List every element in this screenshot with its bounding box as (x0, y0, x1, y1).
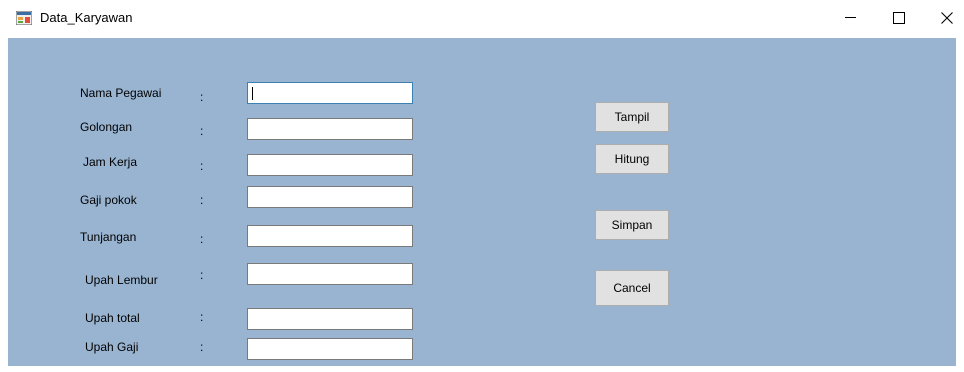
text-caret (252, 87, 253, 100)
label-jam-kerja: Jam Kerja (83, 155, 138, 169)
golongan-input[interactable] (247, 118, 413, 140)
form-client-area: Nama Pegawai : Golongan : Jam Kerja : Ga… (8, 38, 956, 366)
simpan-button[interactable]: Simpan (595, 210, 669, 240)
window-title: Data_Karyawan (40, 10, 133, 25)
nama-pegawai-input[interactable] (247, 82, 413, 104)
tampil-button[interactable]: Tampil (595, 102, 669, 132)
app-window: Data_Karyawan Nama Pegawai : Golongan : … (0, 0, 964, 372)
label-upah-gaji: Upah Gaji (85, 340, 139, 354)
colon-golongan: : (200, 124, 204, 138)
colon-upah-lembur: : (200, 268, 204, 282)
maximize-button[interactable] (885, 5, 913, 31)
colon-gaji-pokok: : (200, 193, 204, 207)
colon-tunjangan: : (200, 232, 204, 246)
label-gaji-pokok: Gaji pokok (80, 193, 137, 207)
label-upah-total: Upah total (85, 311, 140, 325)
maximize-icon (893, 11, 905, 24)
minimize-button[interactable] (836, 5, 864, 31)
minimize-icon (844, 17, 856, 19)
tunjangan-input[interactable] (247, 225, 413, 247)
hitung-button[interactable]: Hitung (595, 144, 669, 174)
cancel-button[interactable]: Cancel (595, 270, 669, 306)
label-upah-lembur: Upah Lembur (85, 273, 158, 287)
upah-gaji-input[interactable] (247, 338, 413, 360)
label-tunjangan: Tunjangan (80, 230, 137, 244)
upah-total-input[interactable] (247, 308, 413, 330)
title-bar[interactable]: Data_Karyawan (0, 0, 964, 38)
close-icon (941, 11, 953, 24)
colon-upah-gaji: : (200, 340, 204, 354)
colon-upah-total: : (200, 310, 204, 324)
colon-jam-kerja: : (200, 159, 204, 173)
label-golongan: Golongan (80, 120, 133, 134)
gaji-pokok-input[interactable] (247, 186, 413, 208)
upah-lembur-input[interactable] (247, 263, 413, 285)
close-button[interactable] (933, 5, 961, 31)
jam-kerja-input[interactable] (247, 154, 413, 176)
form-app-icon (16, 11, 32, 25)
colon-nama-pegawai: : (200, 90, 204, 104)
label-nama-pegawai: Nama Pegawai (80, 86, 162, 100)
